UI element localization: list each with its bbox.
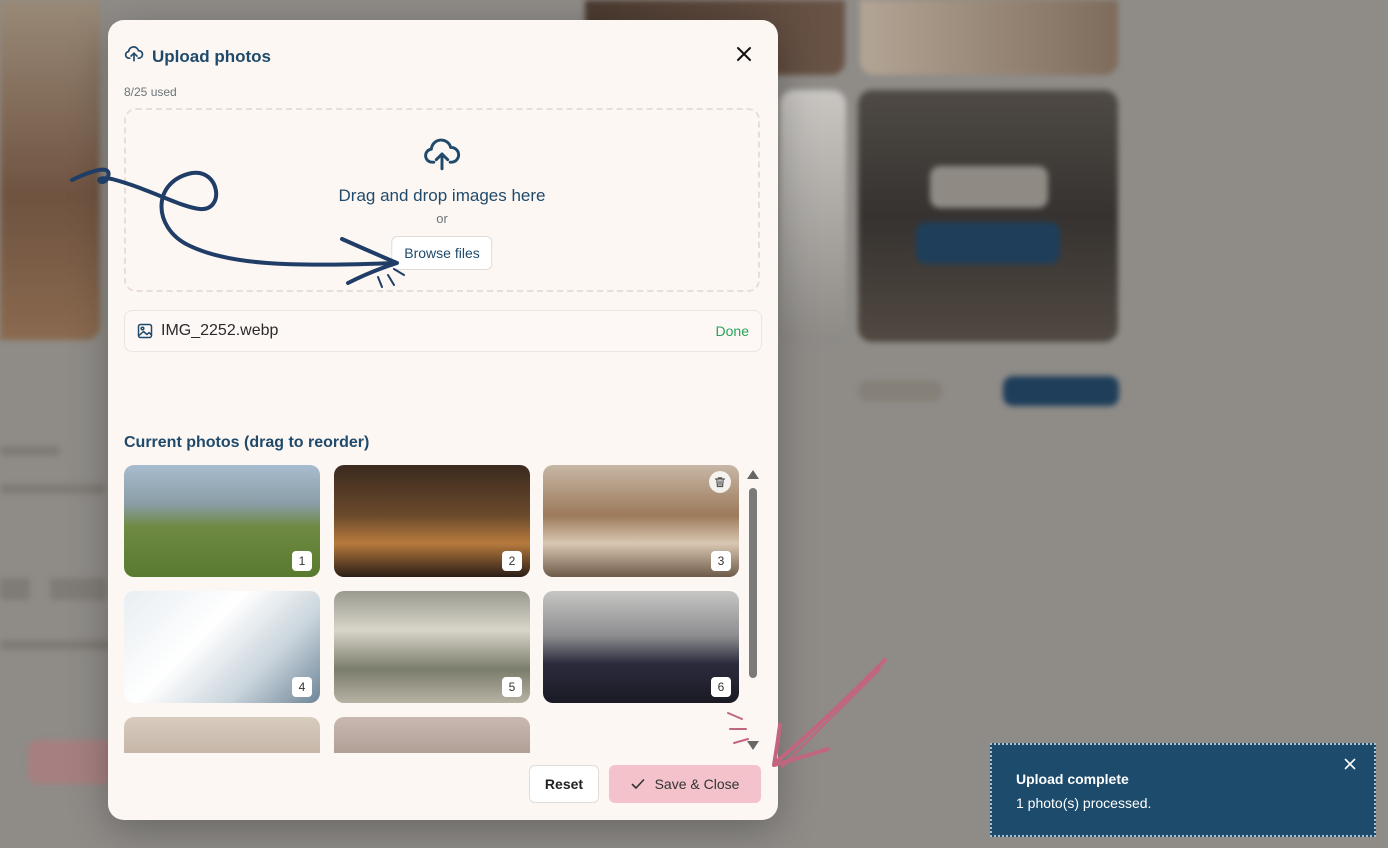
check-icon xyxy=(631,779,644,789)
background-photo xyxy=(858,90,1118,342)
background-button xyxy=(916,222,1060,264)
current-photos-title: Current photos (drag to reorder) xyxy=(124,434,370,451)
photo-order-badge: 1 xyxy=(292,551,312,571)
photo-order-badge: 4 xyxy=(292,677,312,697)
photo-order-badge: 5 xyxy=(502,677,522,697)
dropzone-or: or xyxy=(436,211,448,226)
image-file-icon xyxy=(137,323,153,344)
modal-title: Upload photos xyxy=(152,46,271,66)
background-button xyxy=(1003,376,1119,406)
delete-photo-button[interactable] xyxy=(709,471,731,493)
save-close-label: Save & Close xyxy=(654,776,740,792)
cloud-upload-icon xyxy=(422,136,462,177)
dropzone[interactable]: Drag and drop images here or Browse file… xyxy=(124,108,760,292)
background-photo xyxy=(0,0,100,340)
toast-message: 1 photo(s) processed. xyxy=(1016,795,1152,811)
modal-header: Upload photos xyxy=(124,44,271,69)
photo-thumbnail[interactable]: 5 xyxy=(334,591,530,703)
browse-files-button[interactable]: Browse files xyxy=(391,236,493,270)
photo-thumbnail[interactable]: 1 xyxy=(124,465,320,577)
background-photo xyxy=(780,90,846,342)
photo-grid-scrollbar[interactable] xyxy=(746,470,760,750)
photo-thumbnail[interactable] xyxy=(334,717,530,753)
scroll-down-arrow[interactable] xyxy=(747,741,759,750)
photo-order-badge: 6 xyxy=(711,677,731,697)
scroll-up-arrow[interactable] xyxy=(747,470,759,479)
toast-close-button[interactable] xyxy=(1344,757,1360,773)
photo-thumbnail[interactable]: 2 xyxy=(334,465,530,577)
background-text-line xyxy=(0,640,110,650)
background-pill xyxy=(930,166,1048,208)
file-status: Done xyxy=(715,323,749,339)
reset-button[interactable]: Reset xyxy=(529,765,599,803)
save-close-button[interactable]: Save & Close xyxy=(609,765,761,803)
file-name: IMG_2252.webp xyxy=(161,322,279,339)
reset-button-label: Reset xyxy=(544,776,584,792)
photo-thumbnail[interactable]: 4 xyxy=(124,591,320,703)
close-button[interactable] xyxy=(732,42,756,66)
uploaded-file-row: IMG_2252.webp Done xyxy=(124,310,762,352)
trash-icon xyxy=(714,477,726,488)
toast-title: Upload complete xyxy=(1016,771,1129,787)
photo-grid: 1 2 3 4 5 6 xyxy=(124,465,740,753)
dropzone-prompt: Drag and drop images here xyxy=(338,186,546,205)
background-text-line xyxy=(0,484,105,494)
scroll-thumb[interactable] xyxy=(749,488,757,678)
background-text-line xyxy=(50,578,106,600)
upload-complete-toast: Upload complete 1 photo(s) processed. xyxy=(990,743,1376,837)
photo-thumbnail[interactable] xyxy=(124,717,320,753)
close-icon xyxy=(737,47,751,61)
background-photo xyxy=(860,0,1118,75)
photo-order-badge: 3 xyxy=(711,551,731,571)
background-pill xyxy=(858,380,942,402)
cloud-upload-icon xyxy=(124,44,144,69)
close-icon xyxy=(1344,758,1356,770)
background-text-line xyxy=(0,446,60,456)
photo-thumbnail[interactable]: 6 xyxy=(543,591,739,703)
photo-order-badge: 2 xyxy=(502,551,522,571)
usage-counter: 8/25 used xyxy=(124,85,177,99)
upload-photos-modal: Upload photos 8/25 used Drag and drop im… xyxy=(108,20,778,820)
background-text-line xyxy=(0,578,30,600)
photo-thumbnail[interactable]: 3 xyxy=(543,465,739,577)
